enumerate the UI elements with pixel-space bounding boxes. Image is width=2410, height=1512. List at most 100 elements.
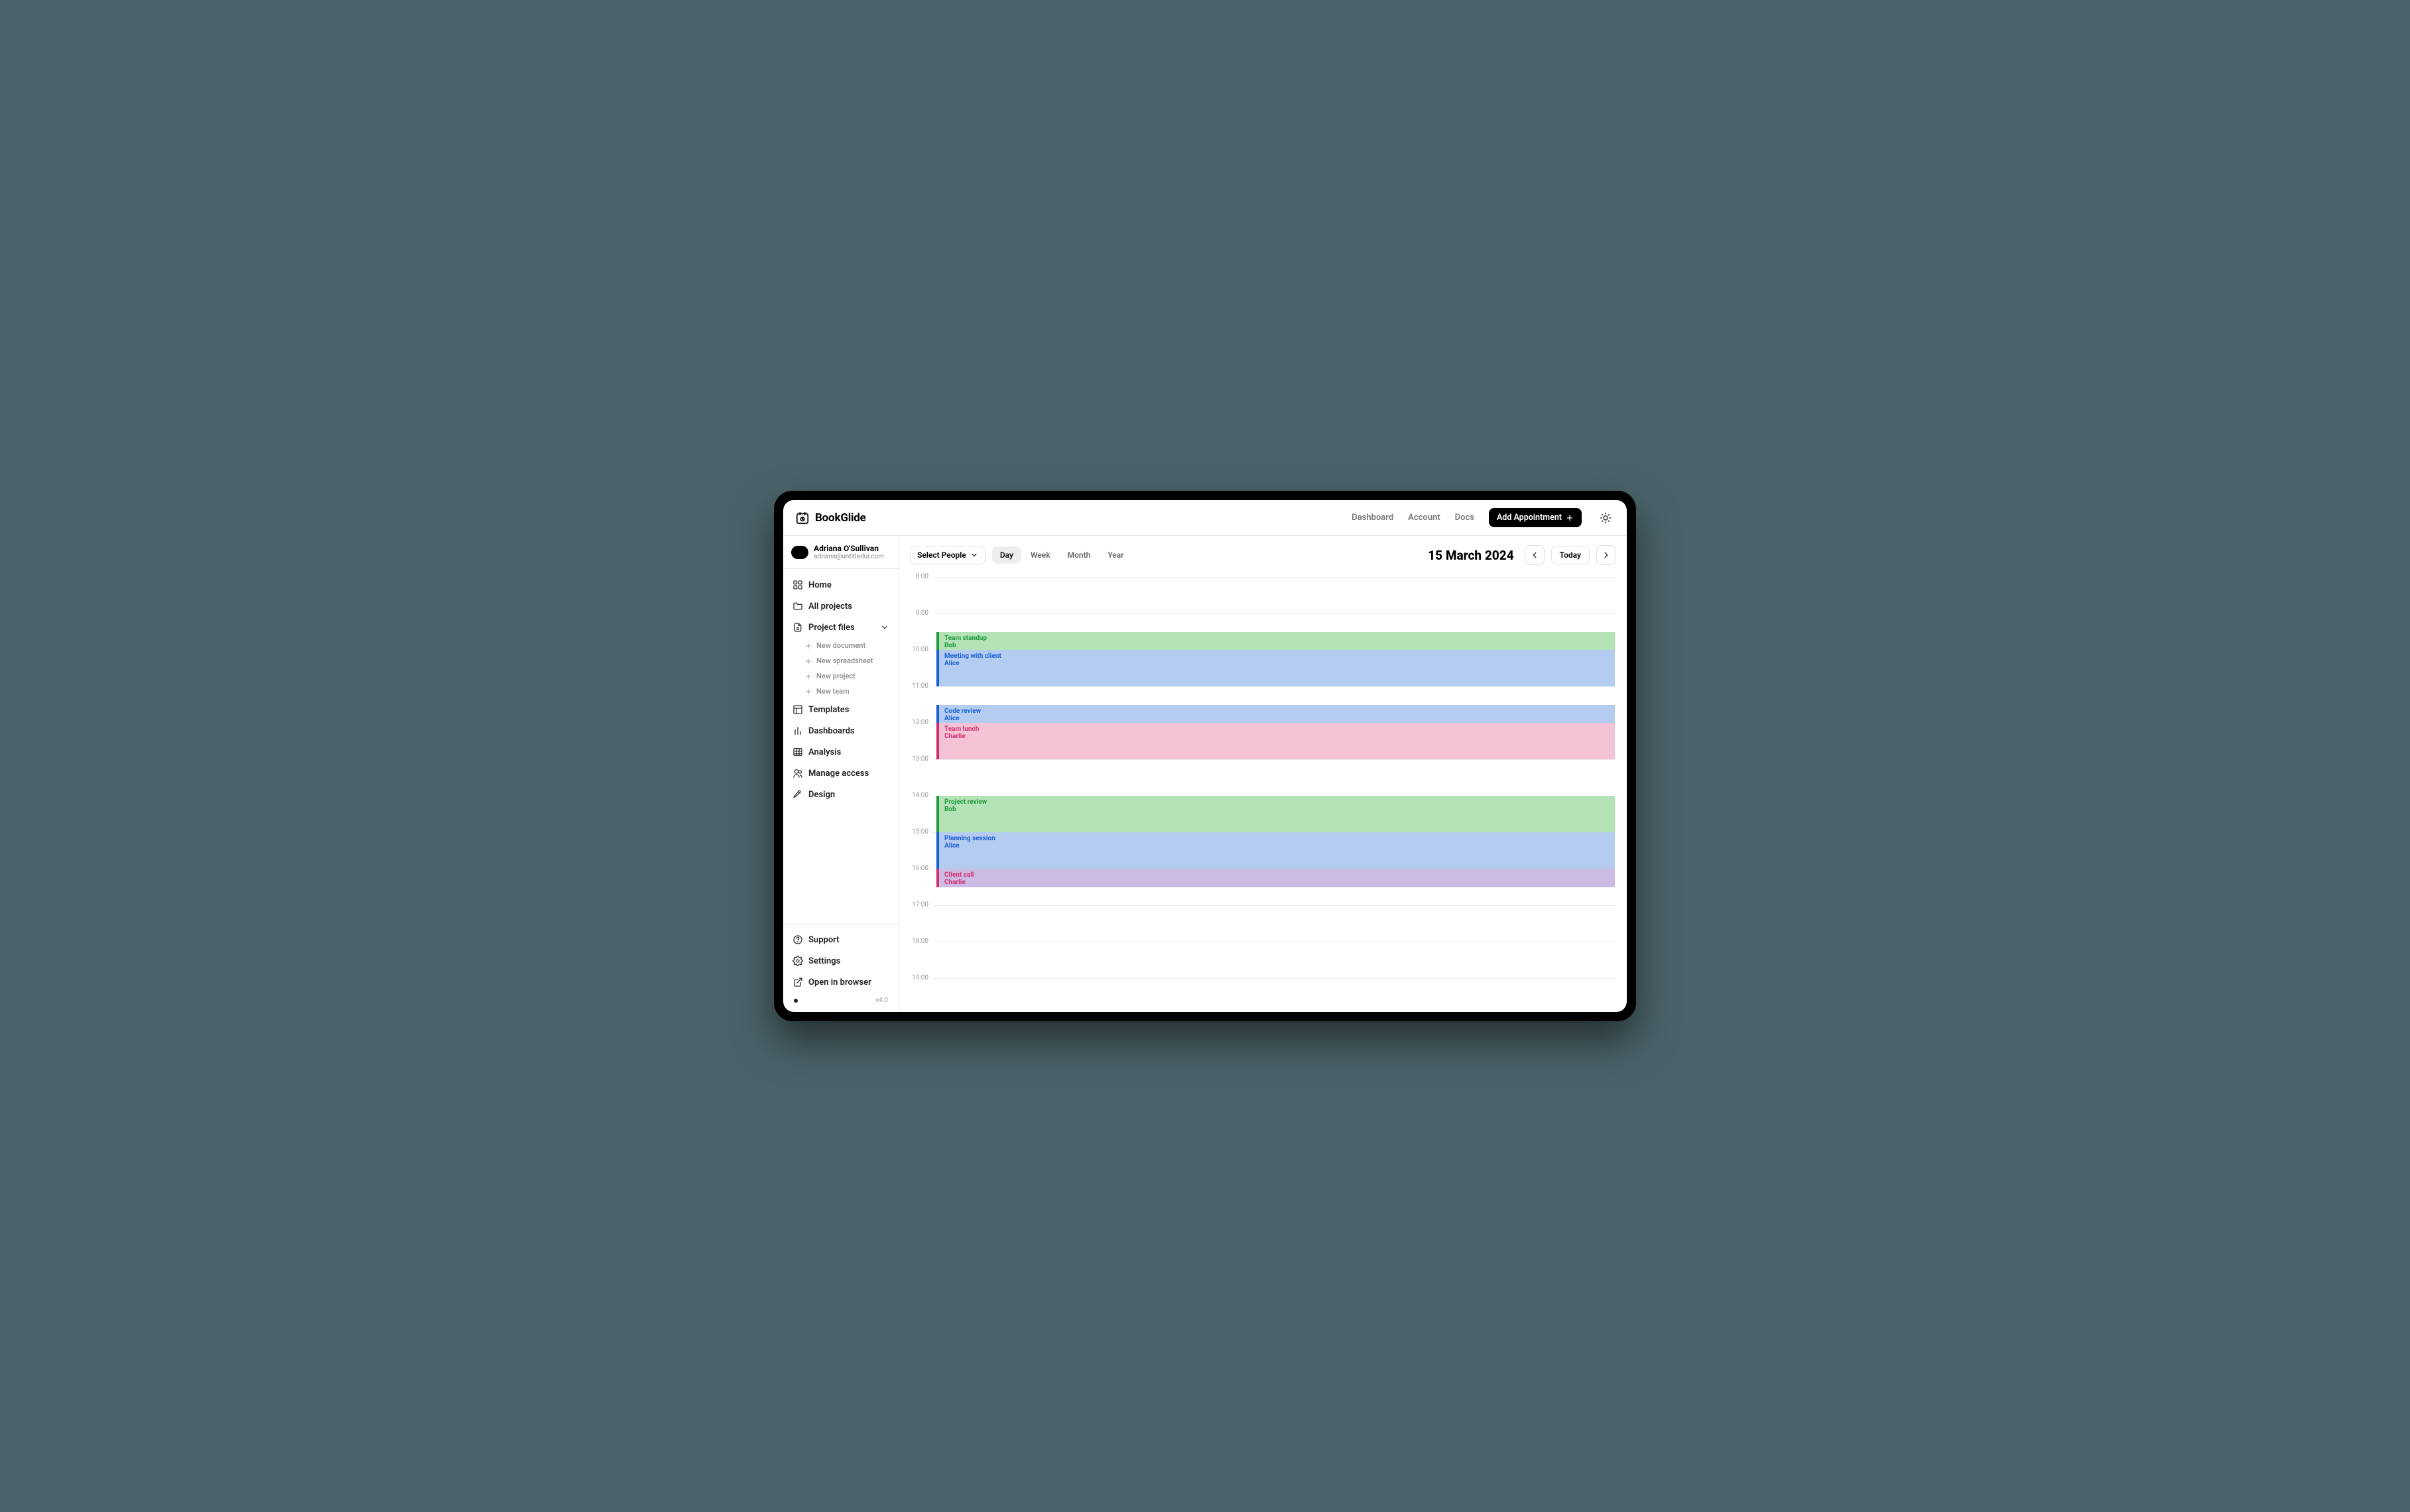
event-person: Alice bbox=[944, 842, 1610, 850]
calendar-event[interactable]: Planning sessionAlice bbox=[936, 832, 1615, 869]
device-frame: BookGlide Dashboard Account Docs Add App… bbox=[774, 491, 1636, 1021]
sidebar-item-support[interactable]: Support bbox=[787, 929, 895, 950]
plus-icon bbox=[804, 642, 812, 650]
next-day-button[interactable] bbox=[1596, 545, 1616, 565]
event-title: Team standup bbox=[944, 635, 987, 642]
table-icon bbox=[793, 747, 803, 757]
view-tab-month[interactable]: Month bbox=[1060, 546, 1099, 564]
view-tab-week[interactable]: Week bbox=[1023, 546, 1058, 564]
sidebar-item-all-projects[interactable]: All projects bbox=[787, 596, 895, 617]
plus-icon bbox=[804, 672, 812, 680]
sun-icon bbox=[1600, 512, 1612, 524]
sidebar-item-label: Analysis bbox=[808, 747, 841, 757]
project-files-children: New document New spreadsheet New project bbox=[787, 638, 895, 699]
sidebar-item-label: Project files bbox=[808, 623, 855, 633]
sidebar-item-design[interactable]: Design bbox=[787, 784, 895, 805]
hour-label: 18:00 bbox=[910, 938, 932, 945]
sidebar-item-label: Templates bbox=[808, 705, 849, 715]
sidebar-sub-new-project[interactable]: New project bbox=[799, 668, 895, 684]
view-tabs: Day Week Month Year bbox=[992, 546, 1132, 564]
gear-icon bbox=[793, 956, 803, 966]
plus-icon bbox=[804, 688, 812, 696]
sidebar-item-label: All projects bbox=[808, 601, 852, 611]
rocket-icon bbox=[793, 789, 803, 800]
sidebar-sub-label: New team bbox=[816, 687, 850, 696]
chevron-left-icon bbox=[1530, 550, 1539, 560]
sidebar-sub-new-spreadsheet[interactable]: New spreadsheet bbox=[799, 653, 895, 668]
sidebar-sub-label: New spreadsheet bbox=[816, 657, 873, 665]
sidebar-item-label: Support bbox=[808, 935, 840, 945]
today-button[interactable]: Today bbox=[1551, 546, 1590, 564]
select-people-label: Select People bbox=[917, 550, 966, 560]
sidebar-item-home[interactable]: Home bbox=[787, 574, 895, 596]
user-block[interactable]: Adriana O'Sullivan adriana@untitledui.co… bbox=[783, 536, 899, 569]
grid-icon bbox=[793, 580, 803, 590]
select-people-dropdown[interactable]: Select People bbox=[910, 546, 985, 564]
plus-icon bbox=[1566, 514, 1574, 522]
hour-label: 9:00 bbox=[910, 609, 932, 617]
event-person: Bob bbox=[944, 806, 1610, 813]
event-person: Charlie bbox=[944, 733, 1610, 740]
calendar-grid: 8:009:0010:0011:0012:0013:0014:0015:0016… bbox=[910, 577, 1616, 1012]
sidebar-sub-new-team[interactable]: New team bbox=[799, 684, 895, 699]
date-title: 15 March 2024 bbox=[1428, 548, 1513, 563]
event-title: Code review bbox=[944, 708, 981, 715]
brand-name: BookGlide bbox=[815, 511, 866, 525]
sidebar-item-project-files[interactable]: Project files bbox=[787, 617, 895, 638]
sidebar-item-manage-access[interactable]: Manage access bbox=[787, 763, 895, 784]
hour-label: 8:00 bbox=[910, 573, 932, 580]
sidebar-item-open-browser[interactable]: Open in browser bbox=[787, 972, 895, 993]
theme-toggle-button[interactable] bbox=[1596, 509, 1615, 527]
add-appointment-label: Add Appointment bbox=[1497, 513, 1562, 523]
topnav-docs[interactable]: Docs bbox=[1455, 513, 1474, 523]
sidebar-item-label: Home bbox=[808, 580, 832, 590]
calendar-scroll[interactable]: 8:009:0010:0011:0012:0013:0014:0015:0016… bbox=[899, 570, 1627, 1012]
topnav-dashboard[interactable]: Dashboard bbox=[1352, 513, 1393, 523]
sidebar-item-templates[interactable]: Templates bbox=[787, 699, 895, 720]
sidebar-item-analysis[interactable]: Analysis bbox=[787, 741, 895, 763]
sidebar-sub-label: New document bbox=[816, 641, 865, 650]
topnav-account[interactable]: Account bbox=[1408, 513, 1440, 523]
calendar-event[interactable]: Meeting with clientAlice bbox=[936, 650, 1615, 686]
event-person: Alice bbox=[944, 660, 1610, 667]
user-email: adriana@untitledui.com bbox=[814, 553, 884, 560]
app-screen: BookGlide Dashboard Account Docs Add App… bbox=[783, 500, 1627, 1012]
hour-label: 12:00 bbox=[910, 719, 932, 726]
calendar-event[interactable]: Team lunchCharlie bbox=[936, 723, 1615, 759]
view-tab-day[interactable]: Day bbox=[992, 546, 1021, 564]
calendar-event[interactable]: Client callCharlie bbox=[936, 869, 1615, 887]
event-title: Project review bbox=[944, 798, 987, 806]
sidebar-item-label: Settings bbox=[808, 956, 840, 966]
hour-label: 15:00 bbox=[910, 828, 932, 836]
event-title: Meeting with client bbox=[944, 653, 1001, 660]
sidebar-item-settings[interactable]: Settings bbox=[787, 950, 895, 972]
add-appointment-button[interactable]: Add Appointment bbox=[1489, 508, 1582, 527]
status-dot-icon bbox=[794, 999, 798, 1003]
hour-label: 10:00 bbox=[910, 646, 932, 653]
hour-label: 17:00 bbox=[910, 901, 932, 909]
hour-label: 16:00 bbox=[910, 865, 932, 872]
chevron-down-icon bbox=[880, 623, 889, 632]
user-name: Adriana O'Sullivan bbox=[814, 544, 884, 553]
view-tab-year[interactable]: Year bbox=[1100, 546, 1131, 564]
chevron-down-icon bbox=[970, 551, 978, 559]
hour-label: 11:00 bbox=[910, 682, 932, 690]
brand: BookGlide bbox=[795, 511, 866, 525]
event-title: Planning session bbox=[944, 835, 995, 842]
avatar bbox=[791, 546, 808, 559]
calendar-event[interactable]: Code reviewAlice bbox=[936, 705, 1615, 724]
sidebar-item-dashboards[interactable]: Dashboards bbox=[787, 720, 895, 741]
chevron-right-icon bbox=[1602, 550, 1611, 560]
calendar-toolbar: Select People Day Week Month Year 15 Mar… bbox=[899, 536, 1627, 570]
folder-icon bbox=[793, 601, 803, 611]
events-layer: Team standupBobMeeting with clientAliceC… bbox=[936, 577, 1615, 1012]
file-icon bbox=[793, 622, 803, 633]
hour-label: 13:00 bbox=[910, 755, 932, 763]
version-label: v4.0 bbox=[875, 997, 888, 1004]
sidebar-sub-new-document[interactable]: New document bbox=[799, 638, 895, 653]
sidebar-item-label: Design bbox=[808, 790, 835, 800]
calendar-event[interactable]: Team standupBob bbox=[936, 632, 1615, 651]
hour-label: 19:00 bbox=[910, 974, 932, 981]
user-info: Adriana O'Sullivan adriana@untitledui.co… bbox=[814, 544, 884, 560]
prev-day-button[interactable] bbox=[1525, 545, 1545, 565]
